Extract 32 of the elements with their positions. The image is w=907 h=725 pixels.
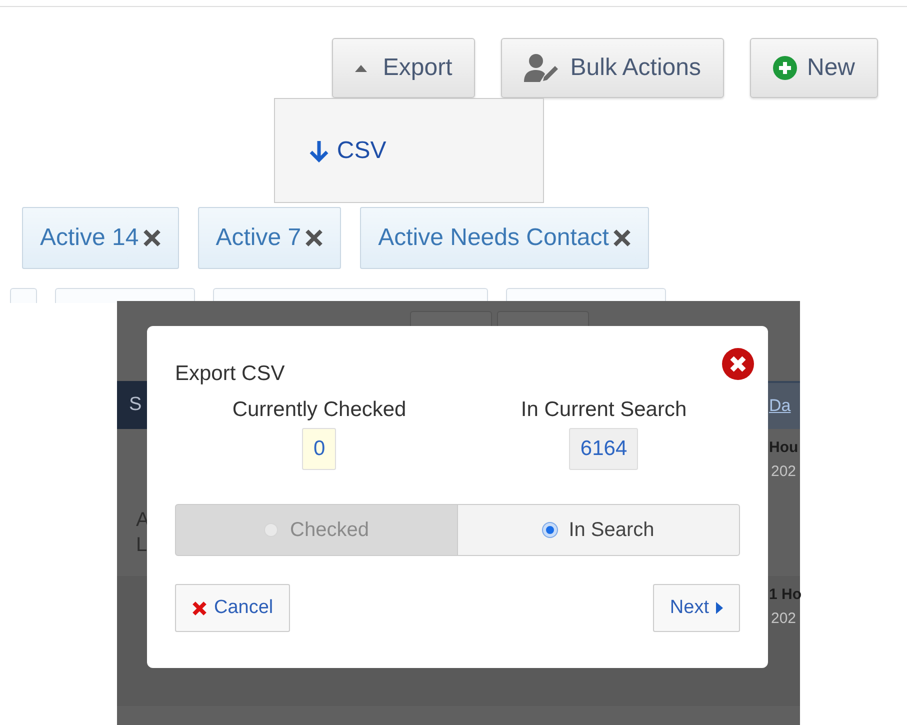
button-edge <box>10 288 37 303</box>
close-icon <box>192 600 207 616</box>
count-label: In Current Search <box>520 398 687 422</box>
caret-icon <box>716 602 723 614</box>
filter-chip[interactable]: Active 14 <box>22 207 179 269</box>
count-value: 0 <box>302 428 336 470</box>
table-cell: 202 <box>771 463 796 480</box>
filter-chip[interactable]: Active Needs Contact <box>360 207 649 269</box>
filter-chip[interactable]: Active 7 <box>198 207 342 269</box>
dialog-title: Export CSV <box>175 362 285 386</box>
plus-circle-icon <box>772 56 797 80</box>
caret-icon <box>354 64 367 72</box>
scope-option[interactable]: In Search <box>458 504 740 556</box>
count-label: Currently Checked <box>232 398 406 422</box>
toolbar-button[interactable]: Export <box>332 38 476 98</box>
remove-icon[interactable] <box>612 229 631 247</box>
table-header: Da <box>768 381 800 429</box>
table-cell: 202 <box>771 610 796 627</box>
down-arrow-icon <box>308 138 329 162</box>
table-header: S <box>117 381 147 429</box>
radio-icon <box>542 523 557 537</box>
user-edit-icon <box>524 54 560 82</box>
close-icon[interactable] <box>722 348 754 380</box>
next-button[interactable]: Next <box>652 584 740 632</box>
csv-menu-item[interactable]: CSV <box>308 136 386 164</box>
table-cell: Hou <box>769 439 798 456</box>
count-value: 6164 <box>569 428 638 470</box>
remove-icon[interactable] <box>305 229 324 247</box>
cancel-button[interactable]: Cancel <box>175 584 290 632</box>
remove-icon[interactable] <box>142 229 161 247</box>
toolbar-button[interactable]: Bulk Actions <box>501 38 724 98</box>
toolbar-button[interactable]: New <box>750 38 878 98</box>
